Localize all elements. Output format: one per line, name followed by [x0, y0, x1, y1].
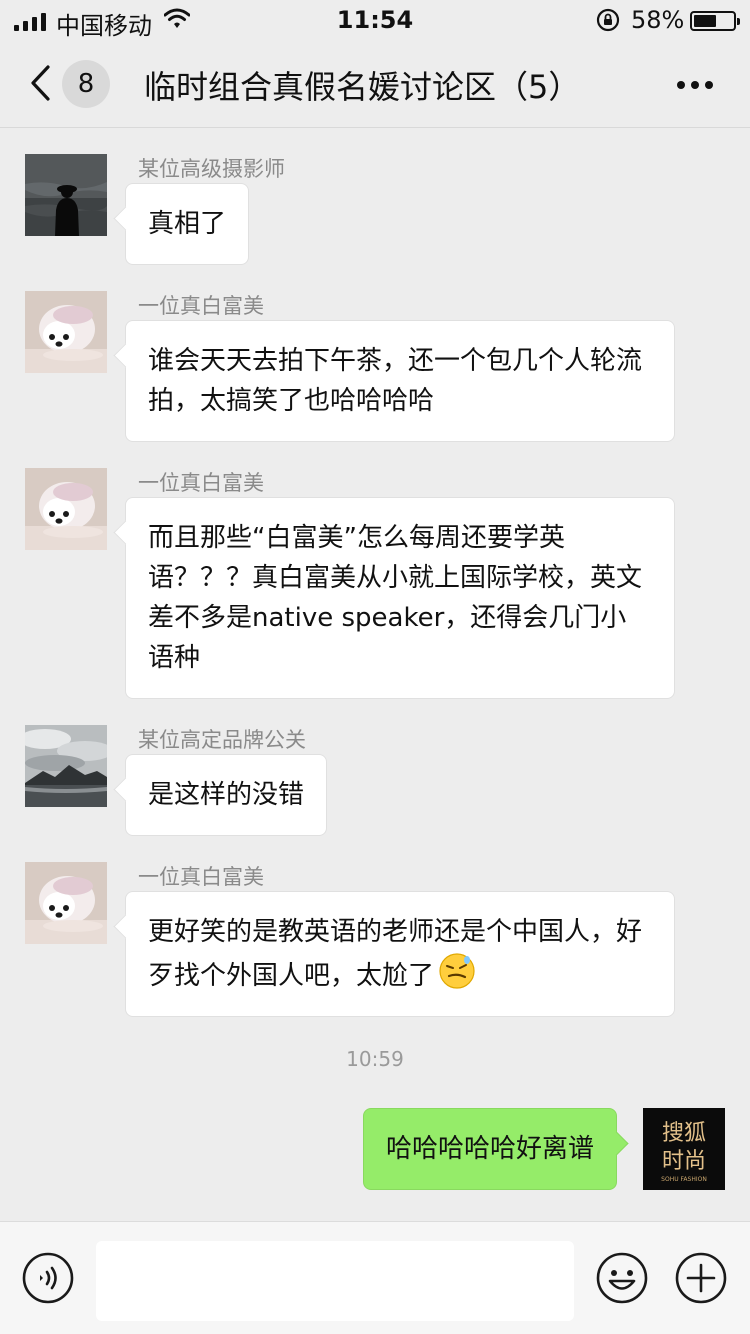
time-separator: 10:59: [346, 1047, 404, 1071]
svg-text:SOHU FASHION: SOHU FASHION: [661, 1176, 707, 1183]
message-input[interactable]: [96, 1241, 574, 1321]
input-bar: [0, 1221, 750, 1334]
sender-name: 一位真白富美: [138, 471, 264, 495]
my-message-bubble[interactable]: 哈哈哈哈哈好离谱: [362, 1108, 617, 1190]
awkward-face-emoji-icon: [439, 953, 475, 989]
voice-icon[interactable]: [22, 1252, 74, 1304]
status-bar: 中国移动 11:54 58%: [0, 0, 750, 40]
sender-name: 一位真白富美: [138, 294, 264, 318]
avatar-puppy[interactable]: [25, 468, 107, 550]
message-bubble[interactable]: 真相了: [125, 183, 250, 265]
message-bubble[interactable]: 更好笑的是教英语的老师还是个中国人，好歹找个外国人吧，太尬了: [125, 891, 675, 1017]
chat-title: 临时组合真假名媛讨论区（5）: [144, 68, 581, 106]
svg-text:时尚: 时尚: [662, 1149, 706, 1174]
emoji-icon[interactable]: [596, 1252, 648, 1304]
sender-name: 一位真白富美: [138, 865, 264, 889]
message-text: 真相了: [148, 209, 227, 239]
plus-icon[interactable]: [675, 1252, 727, 1304]
sender-name: 某位高定品牌公关: [138, 728, 306, 752]
chat-area: 某位高级摄影师 真相了 一位真白富美 谁会天天去拍下午茶，还一个包几个人轮流拍，…: [0, 129, 750, 1221]
battery-percent: 58%: [631, 6, 685, 34]
message-text: 谁会天天去拍下午茶，还一个包几个人轮流拍，太搞笑了也哈哈哈哈: [148, 346, 643, 416]
unread-badge[interactable]: 8: [62, 60, 110, 108]
chevron-left-icon[interactable]: [28, 64, 52, 102]
message-text: 更好笑的是教英语的老师还是个中国人，好歹找个外国人吧，太尬了: [148, 917, 643, 991]
message-text: 而且那些“白富美”怎么每周还要学英语？？？真白富美从小就上国际学校，英文差不多是…: [148, 523, 643, 673]
nav-bar: 8 临时组合真假名媛讨论区（5）: [0, 40, 750, 128]
avatar-photographer[interactable]: [25, 154, 107, 236]
more-dots-icon[interactable]: [676, 80, 714, 90]
avatar-puppy[interactable]: [25, 862, 107, 944]
avatar-landscape[interactable]: [25, 725, 107, 807]
message-bubble[interactable]: 谁会天天去拍下午茶，还一个包几个人轮流拍，太搞笑了也哈哈哈哈: [125, 320, 675, 442]
message-bubble[interactable]: 而且那些“白富美”怎么每周还要学英语？？？真白富美从小就上国际学校，英文差不多是…: [125, 497, 675, 699]
battery-icon: [690, 11, 740, 31]
avatar-sohu-fashion[interactable]: 搜狐 时尚 SOHU FASHION: [643, 1108, 725, 1190]
sender-name: 某位高级摄影师: [138, 157, 285, 181]
message-text: 哈哈哈哈哈好离谱: [385, 1134, 594, 1164]
svg-text:搜狐: 搜狐: [662, 1121, 706, 1146]
message-bubble[interactable]: 是这样的没错: [125, 754, 328, 836]
avatar-puppy[interactable]: [25, 291, 107, 373]
message-text: 是这样的没错: [148, 780, 305, 810]
rotation-lock-icon: [596, 8, 620, 32]
